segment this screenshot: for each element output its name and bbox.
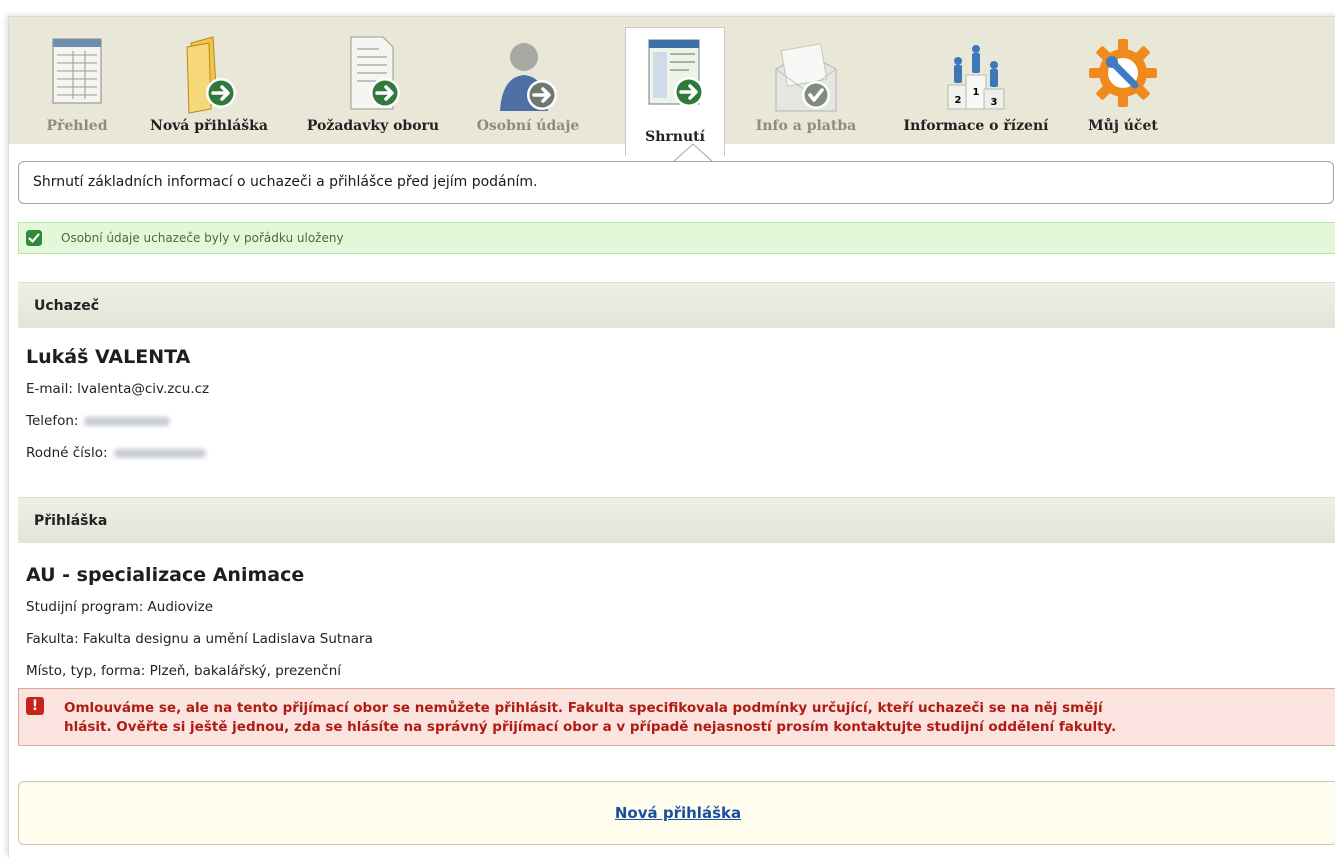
svg-text:3: 3	[991, 97, 998, 108]
podium-icon: 2 1 3	[947, 45, 1005, 110]
tab-label: Nová přihláška	[150, 118, 268, 134]
alert-icon: !	[26, 697, 44, 715]
tab-muj-ucet[interactable]: Můj účet	[1077, 17, 1169, 144]
tab-label: Můj účet	[1088, 118, 1158, 134]
svg-text:1: 1	[973, 87, 980, 98]
blurred-phone	[84, 416, 171, 426]
tab-label: Osobní údaje	[476, 118, 580, 134]
screen-arrow-icon	[648, 39, 704, 107]
tab-shrnuti[interactable]: Shrnutí	[625, 27, 725, 156]
place-type-form: Místo, typ, forma: Plzeň, bakalářský, pr…	[26, 663, 342, 679]
error-text-line1: Omlouváme se, ale na tento přijímací obo…	[64, 700, 1103, 716]
document-arrow-icon	[350, 36, 400, 110]
person-arrow-icon	[500, 43, 557, 111]
applicant-name: Lukáš VALENTA	[26, 346, 191, 368]
tab-osobni-udaje[interactable]: Osobní údaje	[463, 17, 593, 144]
tab-pozadavky-oboru[interactable]: Požadavky oboru	[299, 17, 447, 144]
faculty: Fakulta: Fakulta designu a umění Ladisla…	[26, 631, 373, 647]
field-of-study-title: AU - specializace Animace	[26, 564, 305, 586]
success-text: Osobní údaje uchazeče byly v pořádku ulo…	[61, 231, 344, 245]
tab-label: Přehled	[46, 118, 108, 134]
applicant-email: E-mail: lvalenta@civ.zcu.cz	[26, 381, 209, 397]
tab-informace-o-rizeni[interactable]: 2 1 3 Informace o řízení	[881, 17, 1071, 144]
birth-number-label: Rodné číslo:	[26, 445, 108, 461]
applicant-birth-number: Rodné číslo:	[26, 445, 206, 461]
section-header-uchazec: Uchazeč	[18, 282, 1335, 328]
svg-text:2: 2	[955, 95, 962, 106]
blurred-birth-number	[113, 448, 206, 458]
envelope-check-icon	[775, 43, 837, 112]
phone-label: Telefon:	[26, 413, 79, 429]
tab-label: Požadavky oboru	[306, 118, 440, 134]
checkbox-check-icon	[26, 230, 42, 246]
section-header-prihlaska: Přihláška	[18, 497, 1335, 543]
table-document-icon	[52, 38, 102, 104]
page-description: Shrnutí základních informací o uchazeči …	[18, 161, 1334, 204]
tab-nova-prihlaska[interactable]: Nová přihláška	[135, 17, 283, 144]
gear-wrench-icon	[1089, 39, 1157, 107]
tab-prehled[interactable]: Přehled	[29, 17, 125, 144]
success-notice: Osobní údaje uchazeče byly v pořádku ulo…	[18, 222, 1335, 254]
error-text-line2: hlásit. Ověřte si ještě jednou, zda se h…	[64, 719, 1117, 735]
tab-label: Info a platba	[755, 118, 857, 134]
email-value: lvalenta@civ.zcu.cz	[77, 381, 210, 397]
tab-info-a-platba[interactable]: Info a platba	[741, 17, 871, 144]
folder-arrow-icon	[186, 36, 236, 114]
email-label: E-mail:	[26, 381, 73, 397]
new-application-box: Nová přihláška	[18, 781, 1335, 845]
error-notice: ! Omlouváme se, ale na tento přijímací o…	[18, 688, 1335, 746]
study-program: Studijní program: Audiovize	[26, 599, 214, 615]
new-application-link[interactable]: Nová přihláška	[615, 804, 741, 822]
tab-label: Informace o řízení	[903, 118, 1049, 134]
active-tab-pointer	[672, 143, 714, 163]
wizard-tabbar: Přehled Nová přihláška Požadavky oboru O…	[9, 17, 1335, 156]
applicant-phone: Telefon:	[26, 413, 171, 429]
